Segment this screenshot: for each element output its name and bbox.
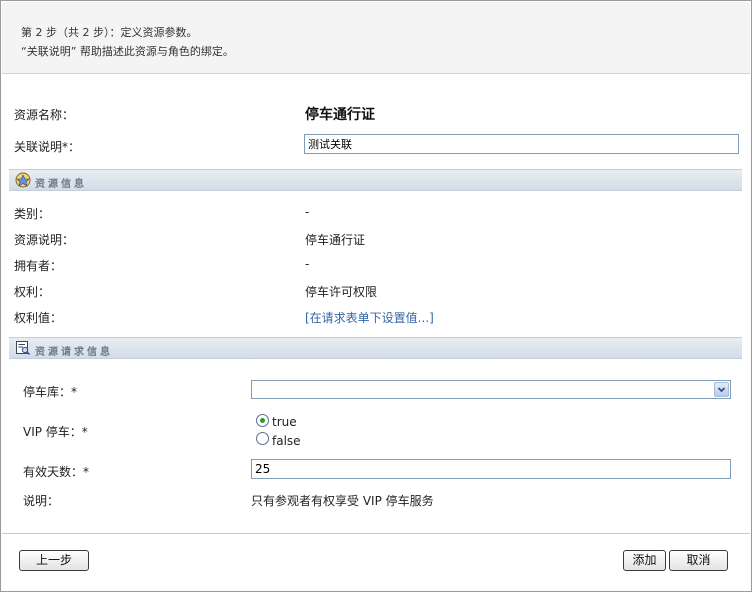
garage-select[interactable] [251, 380, 731, 399]
resource-icon [15, 172, 31, 188]
vip-label: VIP 停车：* [23, 425, 88, 439]
request-info-title: 资源请求信息 [35, 347, 113, 358]
assoc-desc-input[interactable] [304, 134, 739, 154]
category-label: 类别： [14, 207, 51, 221]
owner-value: - [305, 257, 310, 271]
owner-label: 拥有者： [14, 259, 63, 273]
valid-days-label: 有效天数：* [23, 465, 90, 479]
vip-false-radio[interactable] [256, 432, 269, 445]
step-header: 第 2 步（共 2 步）：定义资源参数。 “关联说明” 帮助描述此资源与角色的绑… [2, 2, 750, 74]
footer-divider [2, 533, 750, 534]
note-value: 只有参观者有权享受 VIP 停车服务 [251, 494, 434, 508]
vip-true-radio[interactable] [256, 414, 269, 427]
valid-days-input[interactable] [251, 459, 731, 479]
cancel-button[interactable]: 取消 [669, 550, 728, 571]
resource-desc-value: 停车通行证 [305, 233, 366, 247]
vip-false-label: false [272, 434, 301, 448]
resource-info-title: 资源信息 [35, 179, 87, 190]
resource-desc-label: 资源说明： [14, 233, 75, 247]
chevron-down-icon [717, 387, 726, 393]
resource-info-section-bar: 资源信息 [9, 169, 742, 191]
form-icon [16, 341, 31, 356]
resource-name-value: 停车通行证 [305, 107, 375, 123]
request-info-section-bar: 资源请求信息 [9, 337, 742, 359]
vip-true-label: true [272, 415, 297, 429]
note-label: 说明： [23, 494, 60, 508]
entitlement-value-label: 权利值： [14, 311, 63, 325]
dropdown-button[interactable] [714, 382, 729, 397]
entitlement-value: 停车许可权限 [305, 285, 378, 299]
set-value-link[interactable]: [在请求表单下设置值...] [305, 309, 434, 326]
garage-label: 停车库：* [23, 385, 78, 399]
step-title: 第 2 步（共 2 步）：定义资源参数。 [21, 26, 198, 39]
assoc-desc-label: 关联说明*： [14, 140, 81, 154]
entitlement-label: 权利： [14, 285, 51, 299]
wizard-frame: 第 2 步（共 2 步）：定义资源参数。 “关联说明” 帮助描述此资源与角色的绑… [0, 0, 752, 592]
add-button[interactable]: 添加 [623, 550, 666, 571]
step-hint: “关联说明” 帮助描述此资源与角色的绑定。 [21, 45, 234, 58]
resource-name-label: 资源名称： [14, 108, 75, 122]
category-value: - [305, 205, 310, 219]
back-button[interactable]: 上一步 [19, 550, 89, 571]
